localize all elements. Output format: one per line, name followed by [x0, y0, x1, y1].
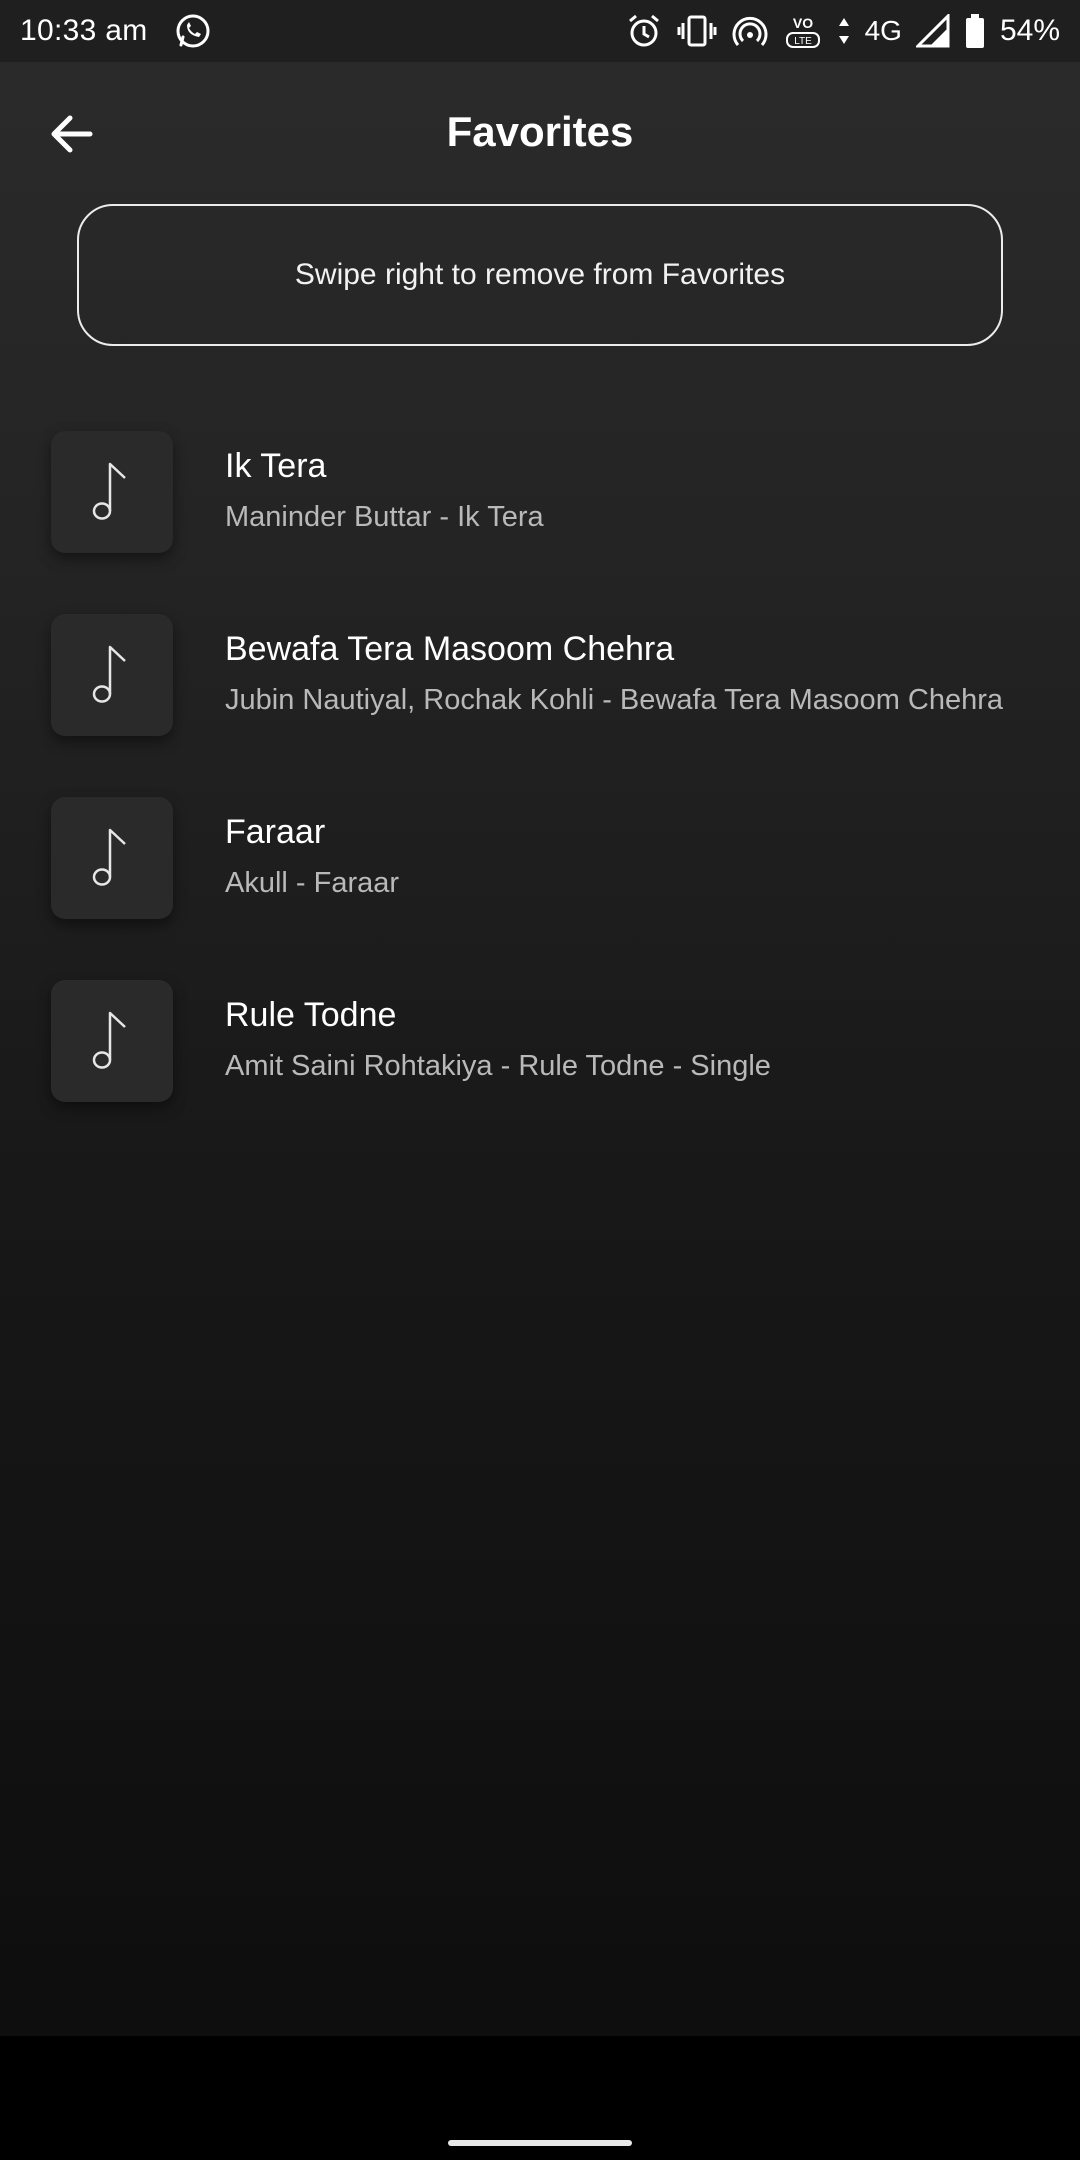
- system-nav-bar: [0, 2036, 1080, 2160]
- song-subtitle: Maninder Buttar - Ik Tera: [225, 501, 544, 533]
- favorites-list: Ik Tera Maninder Buttar - Ik Tera Bewafa…: [0, 425, 1080, 1157]
- status-time: 10:33 am: [20, 14, 148, 47]
- song-subtitle: Jubin Nautiyal, Rochak Kohli - Bewafa Te…: [225, 684, 1004, 716]
- status-bar: 10:33 am VO LTE 4G 54%: [0, 0, 1080, 62]
- song-title: Ik Tera: [225, 447, 327, 485]
- page-title: Favorites: [446, 108, 634, 155]
- song-title: Rule Todne: [225, 996, 397, 1034]
- home-gesture-handle[interactable]: [448, 2140, 632, 2146]
- whatsapp-icon: [173, 11, 213, 51]
- svg-text:LTE: LTE: [794, 36, 812, 47]
- favorite-song-row[interactable]: Rule Todne Amit Saini Rohtakiya - Rule T…: [0, 974, 1080, 1157]
- volte-icon: VO LTE: [783, 11, 823, 51]
- music-note-icon: [92, 645, 126, 703]
- song-title: Faraar: [225, 813, 326, 851]
- battery-icon: [964, 13, 986, 49]
- song-thumbnail: [51, 431, 173, 553]
- swipe-hint-text: Swipe right to remove from Favorites: [294, 258, 786, 291]
- song-subtitle: Akull - Faraar: [225, 867, 400, 899]
- data-arrows-icon: [837, 14, 851, 48]
- hotspot-icon: [731, 13, 769, 49]
- music-note-icon: [92, 828, 126, 886]
- favorites-screen: 10:33 am VO LTE 4G 54% Favorites Swipe r…: [0, 0, 1080, 2160]
- music-note-icon: [92, 1011, 126, 1069]
- favorite-song-row[interactable]: Ik Tera Maninder Buttar - Ik Tera: [0, 425, 1080, 608]
- music-note-icon: [92, 462, 126, 520]
- alarm-icon: [625, 12, 663, 50]
- vibrate-icon: [677, 13, 717, 49]
- song-thumbnail: [51, 797, 173, 919]
- favorite-song-row[interactable]: Faraar Akull - Faraar: [0, 791, 1080, 974]
- swipe-hint-box: Swipe right to remove from Favorites: [77, 204, 1003, 346]
- app-bar: Favorites: [0, 62, 1080, 202]
- svg-text:VO: VO: [792, 15, 812, 31]
- signal-icon: [915, 14, 950, 48]
- song-subtitle: Amit Saini Rohtakiya - Rule Todne - Sing…: [225, 1050, 771, 1082]
- song-title: Bewafa Tera Masoom Chehra: [225, 630, 675, 668]
- song-thumbnail: [51, 614, 173, 736]
- battery-percent: 54%: [999, 14, 1060, 47]
- song-thumbnail: [51, 980, 173, 1102]
- network-type: 4G: [864, 15, 902, 46]
- favorite-song-row[interactable]: Bewafa Tera Masoom Chehra Jubin Nautiyal…: [0, 608, 1080, 791]
